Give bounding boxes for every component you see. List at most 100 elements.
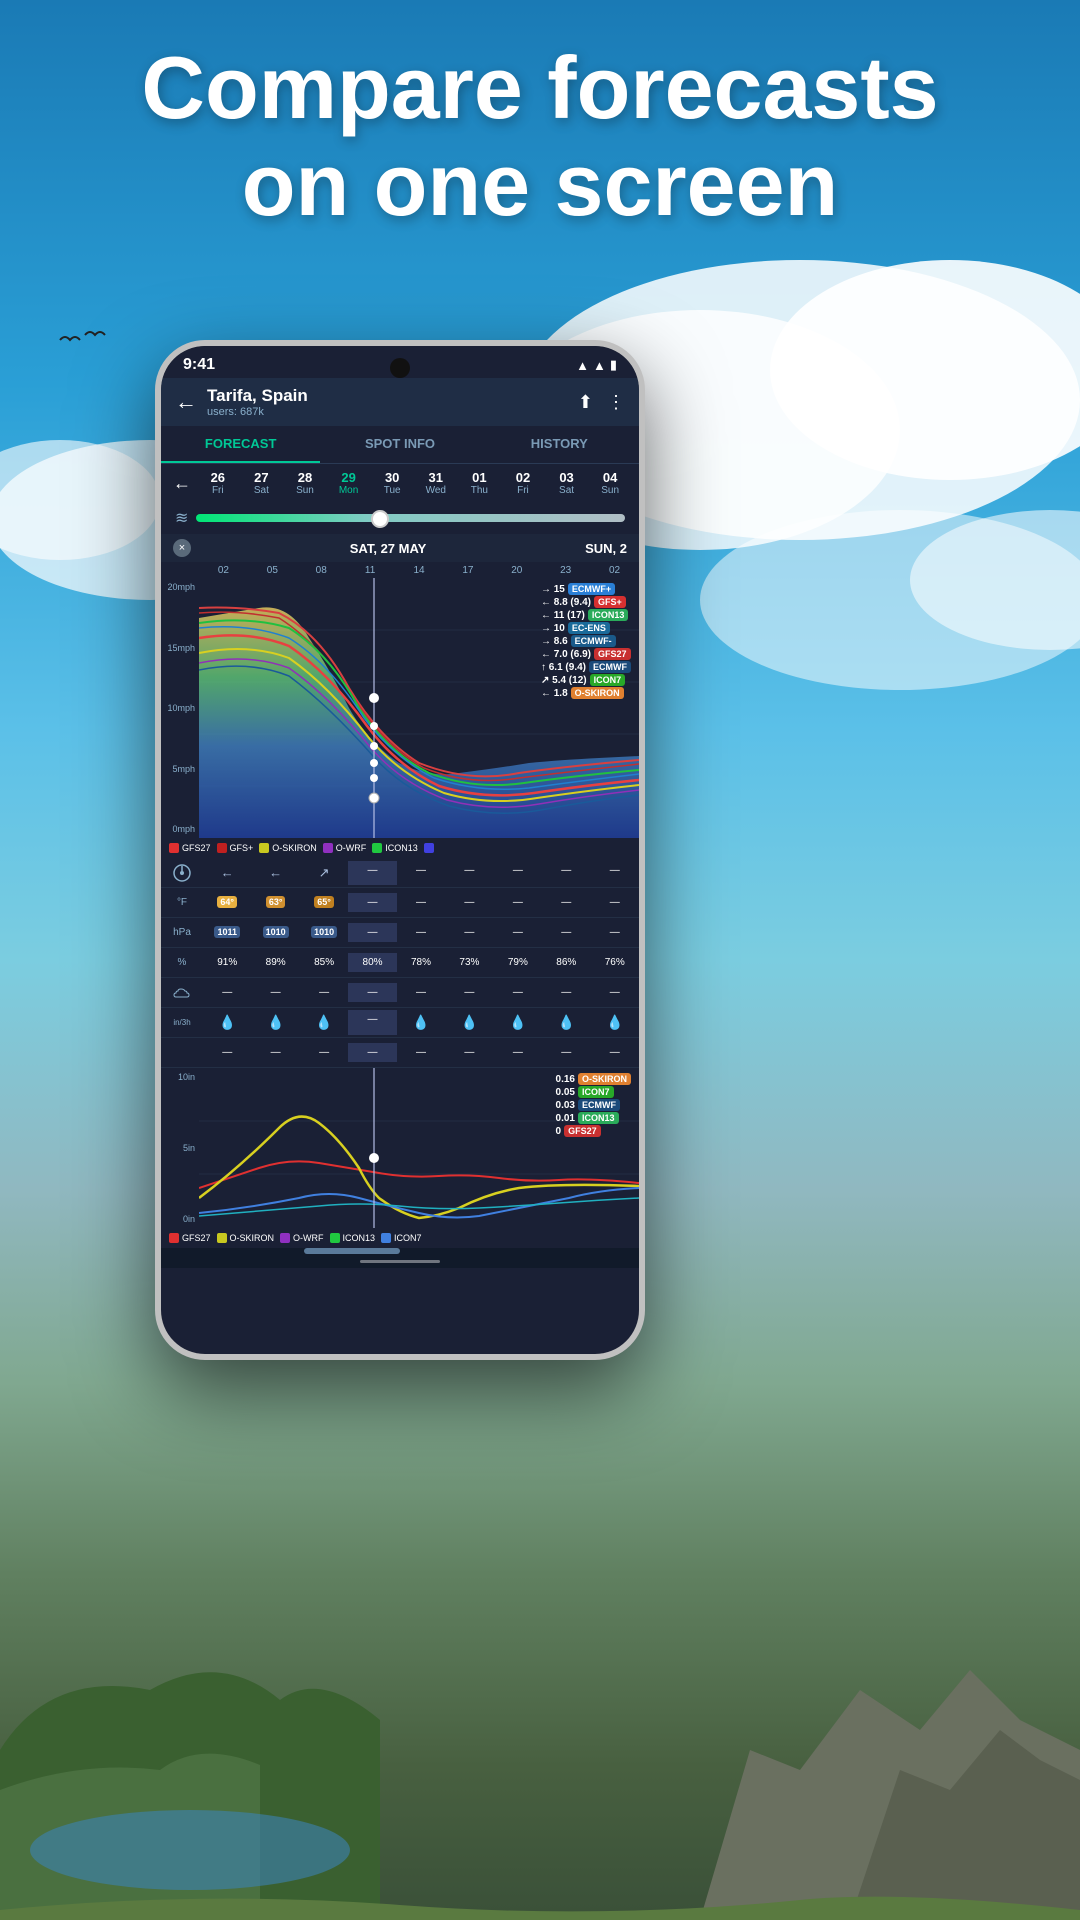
temp-cells: 64° 63° 65° — — — — — — <box>203 893 639 912</box>
fc-row-oskiron: ← 1.8 O-SKIRON <box>541 687 631 699</box>
legend-oskiron: O-SKIRON <box>259 843 317 853</box>
fc-row-ecmwfplus: → 15 ECMWF+ <box>541 583 631 595</box>
cloud-row: — — — — — — — — — <box>161 978 639 1008</box>
humidity-cells: 91% 89% 85% 80% 78% 73% 79% 86% 76% <box>203 953 639 972</box>
bottom-legend-gfs27: GFS27 <box>169 1233 211 1243</box>
fc-row-ecmwfminus: → 8.6 ECMWF- <box>541 635 631 647</box>
fc-row-ecmwf: ↑ 6.1 (9.4) ECMWF <box>541 661 631 673</box>
direction-cells: ← ← ↗ — — — — — — <box>203 861 639 885</box>
rain-chart: 10in 5in 0in <box>161 1068 639 1228</box>
forecast-tooltip: → 15 ECMWF+ ← 8.8 (9.4) GFS+ ← 11 (17) I… <box>541 583 631 699</box>
header-actions: ⬆ ⋮ <box>578 392 625 413</box>
date-col-26[interactable]: 26 Fri <box>197 470 239 496</box>
rain-row-ecmwf: 0.03 ECMWF <box>556 1099 631 1111</box>
date-col-02[interactable]: 02 Fri <box>502 470 544 496</box>
date-col-03[interactable]: 03 Sat <box>546 470 588 496</box>
legend-owrf: O-WRF <box>323 843 367 853</box>
pressure-row: hPa 1011 1010 1010 — — — — — — <box>161 918 639 948</box>
rain-row-icon13: 0.01 ICON13 <box>556 1112 631 1124</box>
legend-icon13: ICON13 <box>372 843 418 853</box>
home-bar <box>360 1260 440 1263</box>
compass-icon <box>161 864 203 882</box>
share-button[interactable]: ⬆ <box>578 392 593 413</box>
time-11: 11 <box>346 565 395 576</box>
date-col-31[interactable]: 31 Wed <box>415 470 457 496</box>
data-table: ← ← ↗ — — — — — — °F 64° 63° 65° <box>161 858 639 1068</box>
bottom-legend-oskiron: O-SKIRON <box>217 1233 275 1243</box>
wind-chart: 20mph 15mph 10mph 5mph 0mph <box>161 578 639 838</box>
time-05: 05 <box>248 565 297 576</box>
date-col-28[interactable]: 28 Sun <box>284 470 326 496</box>
rain-row-icon7: 0.05 ICON7 <box>556 1086 631 1098</box>
status-icons: ▲ ▲ ▮ <box>576 357 617 373</box>
wind-slider-row: ≋ <box>161 502 639 534</box>
horizontal-scrollbar[interactable] <box>161 1248 639 1254</box>
wind-legend: GFS27 GFS+ O-SKIRON O-WRF ICON13 <box>161 838 639 858</box>
fc-row-gfsplus: ← 8.8 (9.4) GFS+ <box>541 596 631 608</box>
cloud-cells: — — — — — — — — — <box>203 983 639 1002</box>
precip-row: in/3h 💧 💧 💧 — 💧 💧 💧 💧 💧 <box>161 1008 639 1038</box>
wifi-icon: ▲ <box>576 358 589 373</box>
status-time: 9:41 <box>183 356 215 374</box>
fc-row-gfs27: ← 7.0 (6.9) GFS27 <box>541 648 631 660</box>
phone-screen: 9:41 ▲ ▲ ▮ ← Tarifa, Spain users: 687k ⬆… <box>161 346 639 1354</box>
humidity-row: % 91% 89% 85% 80% 78% 73% 79% 86% 76% <box>161 948 639 978</box>
date-prev-button[interactable]: ← <box>169 473 195 494</box>
time-02b: 02 <box>590 565 639 576</box>
dash-cells: — — — — — — — — — <box>203 1043 639 1062</box>
rain-row-gfs27: 0 GFS27 <box>556 1125 631 1137</box>
time-23: 23 <box>541 565 590 576</box>
menu-button[interactable]: ⋮ <box>607 392 625 413</box>
tab-history[interactable]: HISTORY <box>480 426 639 463</box>
close-date-button[interactable]: × <box>173 539 191 557</box>
bottom-legend-owrf: O-WRF <box>280 1233 324 1243</box>
app-header: ← Tarifa, Spain users: 687k ⬆ ⋮ <box>161 378 639 426</box>
dash-row: — — — — — — — — — <box>161 1038 639 1068</box>
scrollbar-thumb[interactable] <box>304 1248 400 1254</box>
time-02: 02 <box>199 565 248 576</box>
date-header-bar: × SAT, 27 MAY SUN, 2 <box>161 534 639 562</box>
date-col-01[interactable]: 01 Thu <box>459 470 501 496</box>
wind-speed-slider[interactable] <box>196 514 625 522</box>
date-col-04[interactable]: 04 Sun <box>589 470 631 496</box>
date-label-main: SAT, 27 MAY <box>350 541 427 556</box>
bottom-legend-icon7: ICON7 <box>381 1233 422 1243</box>
fc-row-icon13: ← 11 (17) ICON13 <box>541 609 631 621</box>
signal-icon: ▲ <box>593 358 606 373</box>
direction-row: ← ← ↗ — — — — — — <box>161 858 639 888</box>
wind-y-labels: 20mph 15mph 10mph 5mph 0mph <box>161 578 199 838</box>
back-button[interactable]: ← <box>175 389 197 415</box>
phone-camera <box>390 358 410 378</box>
pressure-label: hPa <box>161 925 203 940</box>
temp-label: °F <box>161 895 203 910</box>
fc-row-icon7: ↗ 5.4 (12) ICON7 <box>541 674 631 686</box>
date-nav: ← 26 Fri 27 Sat 28 Sun 29 Mon 30 Tue <box>161 464 639 502</box>
time-08: 08 <box>297 565 346 576</box>
date-col-30[interactable]: 30 Tue <box>371 470 413 496</box>
location-users: users: 687k <box>207 406 578 418</box>
battery-icon: ▮ <box>610 357 617 373</box>
precip-label: in/3h <box>161 1016 203 1029</box>
bottom-legend-icon13: ICON13 <box>330 1233 376 1243</box>
tab-forecast[interactable]: FORECAST <box>161 426 320 463</box>
bottom-legend: GFS27 O-SKIRON O-WRF ICON13 ICON7 <box>161 1228 639 1248</box>
tab-bar: FORECAST SPOT INFO HISTORY <box>161 426 639 464</box>
pressure-cells: 1011 1010 1010 — — — — — — <box>203 923 639 942</box>
tab-spot-info[interactable]: SPOT INFO <box>320 426 479 463</box>
precip-cells: 💧 💧 💧 — 💧 💧 💧 💧 💧 <box>203 1010 639 1035</box>
temperature-row: °F 64° 63° 65° — — — — — — <box>161 888 639 918</box>
date-col-27[interactable]: 27 Sat <box>241 470 283 496</box>
rain-tooltip: 0.16 O-SKIRON 0.05 ICON7 0.03 ECMWF 0.01… <box>556 1073 631 1137</box>
legend-gfsplus: GFS+ <box>217 843 254 853</box>
location-info: Tarifa, Spain users: 687k <box>207 386 578 418</box>
location-name: Tarifa, Spain <box>207 386 578 406</box>
date-col-29[interactable]: 29 Mon <box>328 470 370 496</box>
rain-row-oskiron: 0.16 O-SKIRON <box>556 1073 631 1085</box>
birds-decoration <box>55 320 135 360</box>
time-axis: 02 05 08 11 14 17 20 23 02 <box>161 562 639 578</box>
hero-title: Compare forecasts on one screen <box>0 40 1080 234</box>
legend-extra <box>424 843 434 853</box>
cloud-icon <box>161 987 203 999</box>
wind-icon: ≋ <box>175 508 188 528</box>
time-20: 20 <box>492 565 541 576</box>
